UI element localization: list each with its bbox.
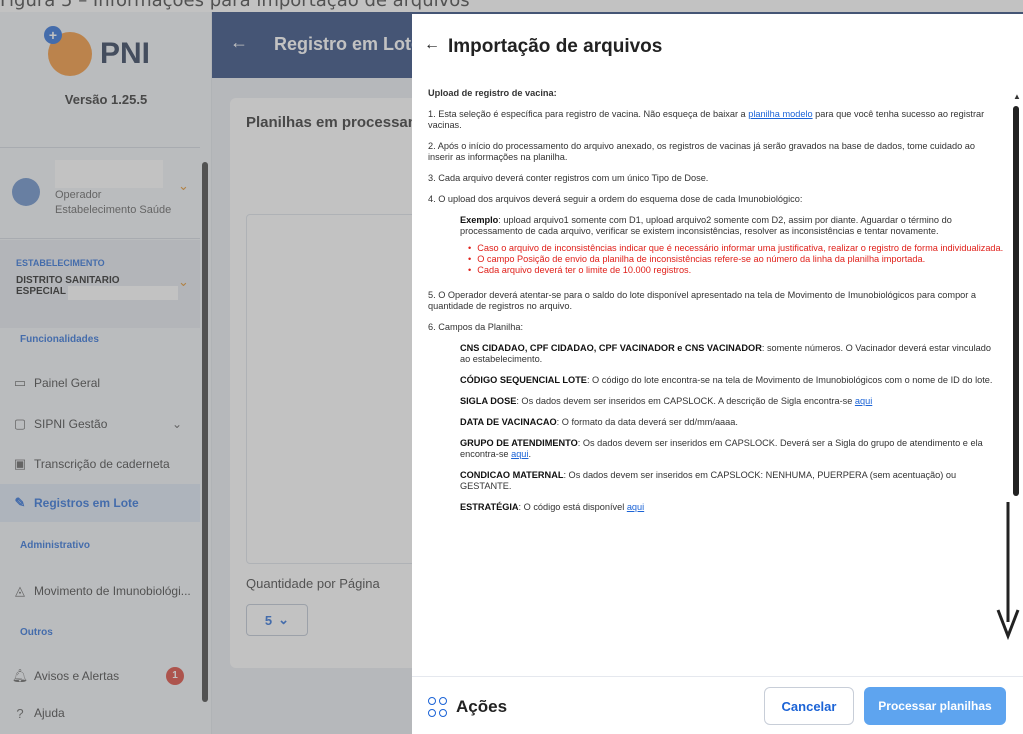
scroll-up-icon[interactable]: ▲ xyxy=(1013,92,1021,101)
template-spreadsheet-link[interactable]: planilha modelo xyxy=(748,109,812,119)
instruction-2: 2. Após o início do processamento do arq… xyxy=(428,141,976,162)
instruction-3: 3. Cada arquivo deverá conter registros … xyxy=(428,173,709,183)
example-text: : upload arquivo1 somente com D1, upload… xyxy=(460,215,952,236)
instruction-text: 1. Esta seleção é específica para regist… xyxy=(428,109,749,119)
field-label: DATA DE VACINACAO xyxy=(460,417,557,427)
apps-grid-icon xyxy=(428,697,448,717)
example-paragraph: Exemplo: upload arquivo1 somente com D1,… xyxy=(428,215,998,237)
field-sigla-dose: SIGLA DOSE: Os dados devem ser inseridos… xyxy=(428,396,998,407)
field-data-vacinacao: DATA DE VACINACAO: O formato da data dev… xyxy=(428,417,998,428)
field-lote: CÓDIGO SEQUENCIAL LOTE: O código do lote… xyxy=(428,375,998,386)
actions-text: Ações xyxy=(456,697,508,716)
warning-item: Cada arquivo deverá ter o limite de 10.0… xyxy=(468,265,1008,276)
field-label: ESTRATÉGIA xyxy=(460,502,519,512)
instruction-5: 5. O Operador deverá atentar-se para o s… xyxy=(428,290,977,311)
scrollbar-thumb[interactable] xyxy=(1013,106,1019,496)
field-grupo-atendimento: GRUPO DE ATENDIMENTO: Os dados devem ser… xyxy=(428,438,998,460)
field-text: : Os dados devem ser inseridos em CAPSLO… xyxy=(516,396,855,406)
field-text: : O formato da data deverá ser dd/mm/aaa… xyxy=(556,417,738,427)
drawer-header: ← Importação de arquivos xyxy=(412,14,1023,80)
field-text: . xyxy=(528,449,532,459)
drawer-footer: Ações Cancelar Processar planilhas xyxy=(412,676,1023,734)
warning-item: O campo Posição de envio da planilha de … xyxy=(468,254,1008,265)
instruction-4: 4. O upload dos arquivos deverá seguir a… xyxy=(428,194,803,204)
back-arrow-icon[interactable]: ← xyxy=(424,36,440,54)
import-files-drawer: ← Importação de arquivos Upload de regis… xyxy=(412,14,1023,734)
warning-list: Caso o arquivo de inconsistências indica… xyxy=(468,243,1008,276)
field-text: : O código está disponível xyxy=(518,502,627,512)
instruction-6: 6. Campos da Planilha: xyxy=(428,322,523,332)
field-text: : O código do lote encontra-se na tela d… xyxy=(586,375,993,385)
instructions-text: Upload de registro de vacina: 1. Esta se… xyxy=(412,80,1012,676)
grupo-link[interactable]: aqui xyxy=(511,449,528,459)
field-estrategia: ESTRATÉGIA: O código está disponível aqu… xyxy=(428,502,998,513)
field-label: GRUPO DE ATENDIMENTO xyxy=(460,438,578,448)
field-label: CÓDIGO SEQUENCIAL LOTE xyxy=(460,375,587,385)
sigla-link[interactable]: aqui xyxy=(855,396,872,406)
drawer-title: Importação de arquivos xyxy=(448,36,663,57)
estrategia-link[interactable]: aqui xyxy=(627,502,644,512)
field-label: SIGLA DOSE xyxy=(460,396,517,406)
cancel-button[interactable]: Cancelar xyxy=(764,687,854,725)
field-label: CONDICAO MATERNAL xyxy=(460,470,564,480)
field-label: CNS CIDADAO, CPF CIDADAO, CPF VACINADOR … xyxy=(460,343,762,353)
example-label: Exemplo xyxy=(460,215,499,225)
field-cns-cpf: CNS CIDADAO, CPF CIDADAO, CPF VACINADOR … xyxy=(428,343,998,365)
field-condicao-maternal: CONDICAO MATERNAL: Os dados devem ser in… xyxy=(428,470,998,492)
instruction-1: 1. Esta seleção é específica para regist… xyxy=(428,109,998,131)
warning-item: Caso o arquivo de inconsistências indica… xyxy=(468,243,1008,254)
mouse-cursor-icon xyxy=(996,502,1020,641)
instructions-heading: Upload de registro de vacina: xyxy=(428,88,557,98)
actions-label: Ações xyxy=(428,697,507,717)
process-spreadsheets-button[interactable]: Processar planilhas xyxy=(864,687,1006,725)
